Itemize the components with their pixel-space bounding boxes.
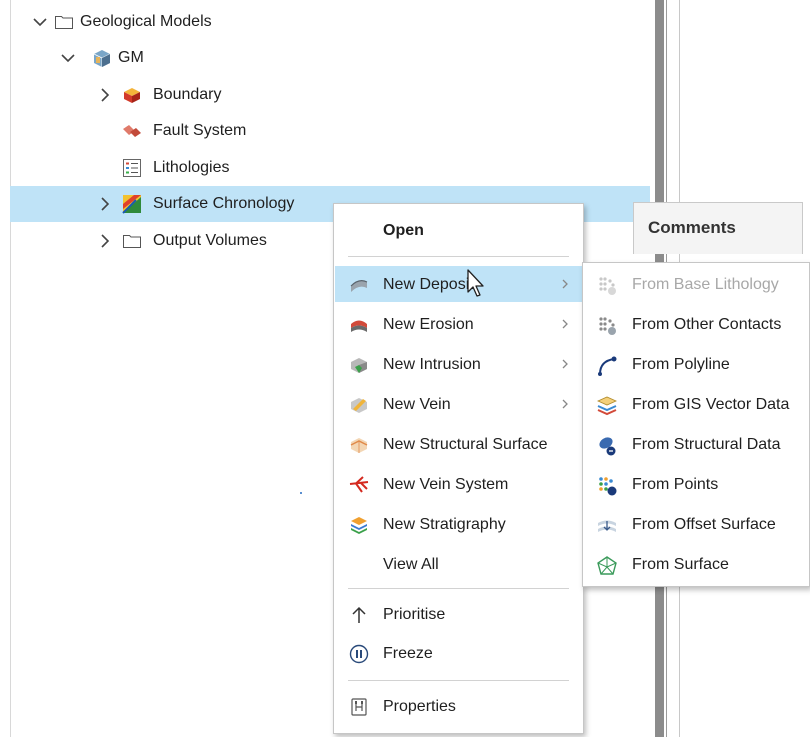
properties-icon [351, 698, 367, 716]
arrow-up-icon [352, 606, 366, 623]
deposit-icon [350, 280, 368, 292]
chevron-right-icon[interactable] [96, 232, 114, 250]
submenu-item-from-points[interactable]: From Points [584, 465, 810, 505]
vein-system-icon [349, 476, 369, 493]
mouse-pointer-icon [467, 269, 484, 297]
submenu-item-label: From Surface [632, 556, 729, 573]
submenu-item-from-gis-vector-data[interactable]: From GIS Vector Data [584, 385, 810, 425]
submenu-item-label: From Points [632, 476, 719, 493]
menu-item-open[interactable]: Open [335, 212, 582, 248]
polyline-icon [598, 356, 617, 376]
gis-vector-data-icon [597, 396, 617, 416]
tree-item-boundary[interactable]: Boundary [10, 77, 650, 113]
tree-item-label: Geological Models [80, 13, 212, 30]
menu-item-label: Open [383, 222, 424, 239]
surface-chronology-icon [122, 195, 141, 214]
chevron-right-icon[interactable] [96, 195, 114, 213]
menu-item-new-erosion[interactable]: New Erosion [335, 306, 582, 342]
tree-item-label: Output Volumes [153, 232, 267, 249]
context-menu: Open New Deposit New Erosion New Intrusi… [333, 203, 584, 734]
intrusion-icon [351, 358, 367, 373]
menu-item-label: Freeze [383, 645, 433, 662]
chevron-down-icon[interactable] [59, 49, 77, 67]
menu-item-label: New Deposit [383, 276, 474, 293]
tree-item-label: GM [118, 49, 144, 66]
folder-icon [55, 16, 73, 29]
tree-item-fault-system[interactable]: Fault System [10, 113, 650, 149]
erosion-icon [351, 320, 367, 332]
menu-item-new-deposit[interactable]: New Deposit [335, 266, 582, 302]
menu-item-properties[interactable]: Properties [335, 688, 582, 724]
chevron-right-icon [562, 359, 568, 369]
menu-item-new-vein-system[interactable]: New Vein System [335, 466, 582, 502]
menu-item-label: New Structural Surface [383, 436, 548, 453]
menu-separator [348, 680, 569, 681]
tree-item-label: Lithologies [153, 159, 230, 176]
chevron-down-icon[interactable] [31, 13, 49, 31]
submenu-item-from-structural-data[interactable]: From Structural Data [584, 425, 810, 465]
menu-separator [348, 588, 569, 589]
points-icon [599, 477, 617, 496]
menu-item-label: New Vein System [383, 476, 509, 493]
submenu-item-label: From Other Contacts [632, 316, 782, 333]
submenu-item-label: From Offset Surface [632, 516, 776, 533]
menu-item-new-stratigraphy[interactable]: New Stratigraphy [335, 506, 582, 542]
offset-surface-icon [598, 520, 616, 532]
new-deposit-submenu: From Base Lithology From Other Contacts … [582, 262, 810, 587]
pause-circle-icon [349, 644, 369, 664]
folder-icon [123, 235, 141, 248]
lithologies-icon [123, 159, 141, 177]
menu-item-new-intrusion[interactable]: New Intrusion [335, 346, 582, 382]
menu-item-label: New Intrusion [383, 356, 481, 373]
submenu-item-from-polyline[interactable]: From Polyline [584, 345, 810, 385]
submenu-item-label: From Polyline [632, 356, 730, 373]
menu-item-label: Properties [383, 698, 456, 715]
menu-item-view-all[interactable]: View All [335, 546, 582, 582]
geological-model-icon [93, 50, 111, 67]
other-contacts-icon [599, 317, 616, 335]
stray-pixel [300, 492, 302, 494]
chevron-right-icon [562, 279, 568, 289]
tree-item-geological-models[interactable]: Geological Models [10, 4, 650, 40]
menu-item-label: New Stratigraphy [383, 516, 506, 533]
boundary-icon [124, 88, 140, 103]
tree-item-label: Fault System [153, 122, 247, 139]
chevron-right-icon [562, 399, 568, 409]
base-lithology-icon [599, 277, 616, 295]
tree-item-label: Boundary [153, 86, 222, 103]
comments-column-header[interactable]: Comments [633, 202, 803, 254]
vein-icon [351, 398, 367, 413]
menu-item-label: View All [383, 556, 439, 573]
stratigraphy-icon [351, 517, 367, 534]
menu-item-new-vein[interactable]: New Vein [335, 386, 582, 422]
surface-icon [597, 556, 617, 575]
submenu-item-label: From Base Lithology [632, 276, 779, 293]
structural-data-icon [599, 437, 616, 456]
menu-item-prioritise[interactable]: Prioritise [335, 596, 582, 632]
menu-item-label: New Vein [383, 396, 451, 413]
submenu-item-from-offset-surface[interactable]: From Offset Surface [584, 505, 810, 545]
tree-item-lithologies[interactable]: Lithologies [10, 150, 650, 186]
tree-item-label: Surface Chronology [153, 195, 295, 212]
submenu-item-label: From GIS Vector Data [632, 396, 790, 413]
submenu-item-from-other-contacts[interactable]: From Other Contacts [584, 305, 810, 345]
chevron-right-icon[interactable] [96, 86, 114, 104]
submenu-item-from-base-lithology[interactable]: From Base Lithology [584, 265, 810, 305]
menu-separator [348, 256, 569, 257]
chevron-right-icon [562, 319, 568, 329]
fault-system-icon [123, 125, 141, 137]
menu-item-label: Prioritise [383, 606, 446, 623]
menu-item-new-structural-surface[interactable]: New Structural Surface [335, 426, 582, 462]
submenu-item-from-surface[interactable]: From Surface [584, 545, 810, 585]
menu-item-freeze[interactable]: Freeze [335, 635, 582, 671]
structural-surface-icon [350, 438, 368, 453]
comments-header-label: Comments [648, 218, 736, 237]
submenu-item-label: From Structural Data [632, 436, 781, 453]
tree-item-gm[interactable]: GM [10, 40, 650, 76]
menu-item-label: New Erosion [383, 316, 474, 333]
